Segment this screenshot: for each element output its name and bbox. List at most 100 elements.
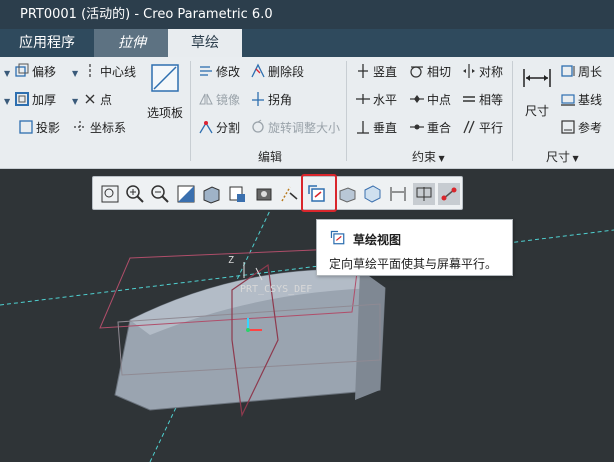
thicken-label: 加厚 [31, 93, 56, 107]
symmetric-constraint-button[interactable]: 对称 [461, 62, 503, 82]
offset-label: 偏移 [31, 65, 56, 79]
perpendicular-constraint-button[interactable]: 垂直 [355, 118, 397, 138]
reference-button[interactable]: 参考 [560, 118, 602, 138]
saved-orientations-icon[interactable] [226, 183, 248, 205]
dimension-display-icon[interactable] [387, 183, 409, 205]
coincident-label: 重合 [427, 121, 452, 135]
vertical-icon [358, 64, 368, 78]
dropdown-arrow-icon: ▼ [4, 69, 11, 78]
group-separator [512, 61, 513, 161]
equal-constraint-button[interactable]: 相等 [461, 90, 503, 110]
zoom-out-icon[interactable] [149, 183, 171, 205]
modify-icon [200, 66, 212, 76]
thicken-icon [14, 92, 29, 106]
perspective-icon[interactable] [361, 183, 383, 205]
mirror-icon [199, 93, 213, 105]
delete-segment-icon [251, 63, 265, 78]
group-separator [190, 61, 191, 161]
ribbon-tab-bar: 应用程序 拉伸 草绘 [0, 29, 614, 57]
ribbon-panel: ▼ 偏移 ▼ 加厚 投影 ▼ 中心线 ▼ 点 坐标系 选项板 修改 删除段 镜像… [0, 57, 614, 169]
point-button[interactable]: ▼ 点 [72, 90, 112, 110]
constraint-display-icon[interactable] [413, 183, 435, 205]
shading-icon[interactable] [336, 183, 358, 205]
view-manager-icon[interactable] [253, 183, 275, 205]
tangent-constraint-button[interactable]: 相切 [409, 62, 451, 82]
tab-applications[interactable]: 应用程序 [0, 29, 94, 57]
csys-origin [246, 328, 250, 332]
delete-segment-button[interactable]: 删除段 [250, 62, 304, 82]
equal-label: 相等 [479, 93, 504, 107]
window-title: PRT0001 (活动的) - Creo Parametric 6.0 [20, 7, 273, 22]
offset-button[interactable]: ▼ 偏移 [4, 62, 56, 82]
tab-sketch[interactable]: 草绘 [168, 29, 242, 57]
csys-label: PRT_CSYS_DEF [240, 284, 313, 295]
dropdown-arrow-icon: ▼ [4, 97, 11, 106]
midpoint-label: 中点 [427, 93, 452, 107]
offset-icon [15, 63, 29, 77]
modify-button[interactable]: 修改 [198, 62, 240, 82]
corner-button[interactable]: 拐角 [250, 90, 292, 110]
baseline-button[interactable]: 基线 [560, 90, 602, 110]
graphics-toolbar [92, 176, 463, 210]
perimeter-icon [561, 65, 575, 77]
coincident-constraint-button[interactable]: 重合 [409, 118, 451, 138]
dimension-label: 尺寸 [524, 104, 549, 118]
dimension-group-label: 尺寸 [546, 150, 571, 164]
rotate-resize-button[interactable]: 旋转调整大小 [250, 118, 340, 138]
reference-label: 参考 [578, 121, 603, 135]
vertex-display-icon[interactable] [438, 183, 460, 205]
corner-label: 拐角 [268, 93, 293, 107]
coordinate-system-button[interactable]: 坐标系 [72, 118, 126, 138]
dropdown-arrow-icon: ▼ [72, 69, 79, 78]
sketch-view-highlight [301, 174, 337, 212]
mirror-button[interactable]: 镜像 [198, 90, 240, 110]
tangent-icon [410, 66, 423, 78]
horizontal-constraint-button[interactable]: 水平 [355, 90, 397, 110]
mirror-label: 镜像 [216, 93, 241, 107]
z-axis-label: Z [228, 255, 235, 266]
palette-button[interactable]: 选项板 [144, 63, 186, 123]
centerline-button[interactable]: ▼ 中心线 [72, 62, 136, 82]
tab-extrude[interactable]: 拉伸 [94, 29, 170, 57]
parallel-icon [463, 120, 475, 134]
constrain-group-dropdown[interactable]: 约束 ▼ [412, 150, 445, 166]
repaint-icon[interactable] [175, 183, 197, 205]
sketch-view-icon [330, 230, 345, 245]
project-button[interactable]: 投影 [18, 118, 60, 138]
symmetric-label: 对称 [479, 65, 504, 79]
delete-segment-label: 删除段 [268, 65, 305, 79]
modify-label: 修改 [216, 65, 241, 79]
refit-icon[interactable] [99, 183, 121, 205]
vertical-constraint-button[interactable]: 竖直 [355, 62, 397, 82]
perimeter-button[interactable]: 周长 [560, 62, 602, 82]
display-style-icon[interactable] [200, 183, 222, 205]
symmetric-icon [463, 64, 475, 78]
divide-button[interactable]: 分割 [198, 118, 240, 138]
datum-display-filter-icon[interactable] [278, 183, 300, 205]
coordinate-system-icon [74, 121, 86, 133]
parallel-label: 平行 [479, 121, 504, 135]
corner-icon [252, 92, 264, 106]
rotate-resize-label: 旋转调整大小 [268, 121, 341, 135]
thicken-button[interactable]: ▼ 加厚 [4, 90, 56, 110]
midpoint-constraint-button[interactable]: 中点 [409, 90, 451, 110]
dimension-button[interactable]: 尺寸 [518, 67, 556, 127]
parallel-constraint-button[interactable]: 平行 [461, 118, 503, 138]
constrain-group-label: 约束 [412, 150, 437, 164]
chevron-down-icon: ▼ [570, 154, 579, 163]
group-separator [346, 61, 347, 161]
dropdown-arrow-icon: ▼ [72, 97, 79, 106]
palette-label: 选项板 [146, 106, 183, 120]
model-view [0, 199, 614, 462]
chevron-down-icon: ▼ [436, 154, 445, 163]
horizontal-label: 水平 [373, 93, 398, 107]
centerline-label: 中心线 [99, 65, 136, 79]
coincident-icon [410, 124, 424, 130]
dimension-group-dropdown[interactable]: 尺寸 ▼ [546, 150, 579, 166]
tooltip-description: 定向草绘平面使其与屏幕平行。 [329, 257, 498, 271]
perimeter-label: 周长 [578, 65, 603, 79]
zoom-in-icon[interactable] [124, 183, 146, 205]
equal-icon [463, 96, 475, 102]
project-icon [19, 120, 33, 134]
graphics-viewport[interactable]: Z PRT_CSYS_DEF [0, 170, 614, 462]
